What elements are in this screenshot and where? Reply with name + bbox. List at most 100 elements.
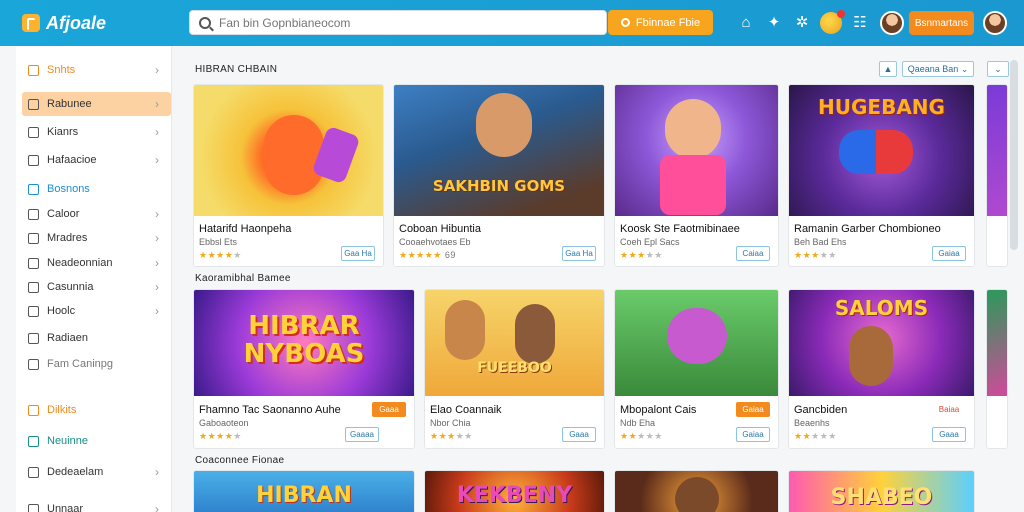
game-card[interactable]: Koosk Ste Faotmibinaee Coeh Epl Sacs ★★★…: [614, 84, 779, 267]
sidebar-item-9[interactable]: Hoolc ›: [22, 299, 171, 323]
game-thumbnail: [615, 290, 778, 396]
character-image: [665, 99, 721, 159]
gamepad-icon[interactable]: ✦: [765, 14, 783, 32]
game-thumbnail: [987, 85, 1007, 216]
search-input[interactable]: [219, 15, 589, 30]
card-title: Elao Coannaik: [430, 404, 502, 416]
game-thumbnail: HIBRAN: [194, 471, 414, 512]
play-button[interactable]: Gaaa: [932, 427, 966, 442]
game-card[interactable]: Hatarifd Haonpeha Ebbsl Ets ★★★★★ Gaa Ha: [193, 84, 384, 267]
search-icon: [199, 16, 211, 29]
character-image: [476, 93, 532, 157]
sidebar-item-label: Fam Caninpg: [47, 358, 114, 370]
game-logo: HIBRAR NYBOAS: [243, 311, 365, 369]
game-card-partial[interactable]: [986, 84, 1008, 267]
sidebar-item-5[interactable]: Caloor ›: [22, 202, 171, 226]
play-button[interactable]: Caiaa: [736, 246, 770, 261]
play-button[interactable]: Gaa Ha: [341, 246, 375, 261]
sidebar-item-2[interactable]: Kianrs ›: [22, 120, 171, 144]
game-logo: FUEEBOO: [477, 360, 552, 376]
game-thumbnail: SALOMS: [789, 290, 974, 396]
game-card-partial[interactable]: [986, 289, 1008, 449]
home-icon[interactable]: ⌂: [737, 14, 755, 32]
music-icon: [28, 435, 39, 447]
game-card[interactable]: [614, 470, 779, 512]
game-card[interactable]: SHABEO: [788, 470, 975, 512]
globe-icon: [28, 281, 39, 293]
chevron-right-icon: ›: [155, 63, 159, 77]
card-subtitle: Ebbsl Ets: [199, 237, 238, 247]
sidebar-item-label: Unnaar: [47, 503, 84, 512]
puzzle-icon: [28, 257, 39, 269]
smile-icon: [28, 358, 39, 370]
search-button[interactable]: Fbinnae Fbie: [608, 10, 713, 35]
sidebar-item-0[interactable]: Snhts ›: [22, 58, 171, 82]
sidebar-item-11[interactable]: Fam Caninpg: [22, 352, 171, 376]
sidebar-item-12[interactable]: Dilkits: [22, 398, 171, 422]
bulb-icon: [28, 305, 39, 317]
scrollbar[interactable]: [1010, 60, 1018, 250]
game-card[interactable]: SALOMS Gancbiden Beaenhs ★★★★★ Baiaa Gaa…: [788, 289, 975, 449]
price-label: Baiaa: [932, 402, 966, 417]
filter-dropdown[interactable]: Qaeana Ban ⌄: [902, 61, 974, 77]
sidebar-item-7[interactable]: Neadeonnian ›: [22, 251, 171, 275]
chevron-right-icon: ›: [155, 231, 159, 245]
sidebar-item-3[interactable]: Hafaacioe ›: [22, 148, 171, 172]
get-button[interactable]: Gaiaa: [736, 402, 770, 417]
profile-avatar[interactable]: [983, 11, 1007, 35]
cart-icon[interactable]: ☷: [851, 14, 869, 32]
game-logo: SHABEO: [830, 485, 933, 510]
play-button[interactable]: Gaiaa: [736, 427, 770, 442]
chevron-right-icon: ›: [155, 97, 159, 111]
card-title: Fhamno Tac Saonanno Auhe: [199, 404, 341, 416]
coins-icon[interactable]: [820, 10, 845, 34]
sidebar-item-14[interactable]: Dedeaelam ›: [22, 460, 171, 484]
game-card[interactable]: SAKHBIN GOMS Coboan Hibuntia Cooaehvotae…: [393, 84, 605, 267]
view-toggle[interactable]: ⌄: [987, 61, 1009, 77]
search-bar: [189, 10, 607, 35]
sidebar-item-13[interactable]: Neuinne: [22, 429, 171, 453]
account-button[interactable]: Bsnmartans: [909, 11, 974, 35]
get-button[interactable]: Gaaa: [372, 402, 406, 417]
game-card[interactable]: Mbopalont Cais Ndb Eha ★★★★★ Gaiaa Gaiaa: [614, 289, 779, 449]
sidebar-item-label: Dedeaelam: [47, 466, 104, 478]
play-button[interactable]: Gaaa: [562, 427, 596, 442]
mail-icon: [28, 503, 39, 512]
sidebar-item-6[interactable]: Mradres ›: [22, 226, 171, 250]
rating-stars: ★★★★★: [199, 250, 242, 260]
play-button[interactable]: Gaa Ha: [562, 246, 596, 261]
sidebar-item-10[interactable]: Radiaen: [22, 326, 171, 350]
app-logo[interactable]: Afjoale: [22, 13, 172, 34]
card-subtitle: Ndb Eha: [620, 418, 656, 428]
avatar[interactable]: [880, 11, 904, 35]
game-thumbnail: [615, 471, 778, 512]
flag-icon: [28, 154, 39, 166]
game-card[interactable]: HIBRAR NYBOAS Fhamno Tac Saonanno Auhe G…: [193, 289, 415, 449]
game-thumbnail: KEKBENY: [425, 471, 604, 512]
card-subtitle: Beh Bad Ehs: [794, 237, 847, 247]
game-logo: HIBRAN: [256, 483, 352, 508]
sidebar-item-1[interactable]: Rabunee ›: [22, 92, 171, 116]
game-card[interactable]: HIBRAN: [193, 470, 415, 512]
chevron-right-icon: ›: [155, 256, 159, 270]
sidebar-item-4[interactable]: Bosnons: [22, 177, 171, 201]
sidebar-item-8[interactable]: Casunnia ›: [22, 275, 171, 299]
sidebar-item-label: Hoolc: [47, 305, 76, 317]
game-card[interactable]: FUEEBOO Elao Coannaik Nbor Chia ★★★★★ Ga…: [424, 289, 605, 449]
search-button-label: Fbinnae Fbie: [635, 16, 701, 29]
rating-stars: ★★★★★: [620, 431, 663, 441]
rating-stars: ★★★★★ 69: [399, 250, 456, 260]
game-card[interactable]: HUGEBANG Ramanin Garber Chombioneo Beh B…: [788, 84, 975, 267]
settings-icon: [28, 466, 39, 478]
chevron-right-icon: ›: [155, 465, 159, 479]
game-card[interactable]: KEKBENY: [424, 470, 605, 512]
game-thumbnail: [987, 290, 1007, 396]
section-title-featured: HIBRAN CHBAIN: [195, 64, 278, 75]
sidebar-item-label: Caloor: [47, 208, 80, 220]
settings-icon[interactable]: ✲: [793, 14, 811, 32]
sort-up-icon[interactable]: ▲: [879, 61, 897, 77]
play-button[interactable]: Gaiaa: [932, 246, 966, 261]
play-button[interactable]: Gaaaa: [345, 427, 379, 442]
chevron-right-icon: ›: [155, 304, 159, 318]
sidebar-item-15[interactable]: Unnaar ›: [22, 497, 171, 512]
